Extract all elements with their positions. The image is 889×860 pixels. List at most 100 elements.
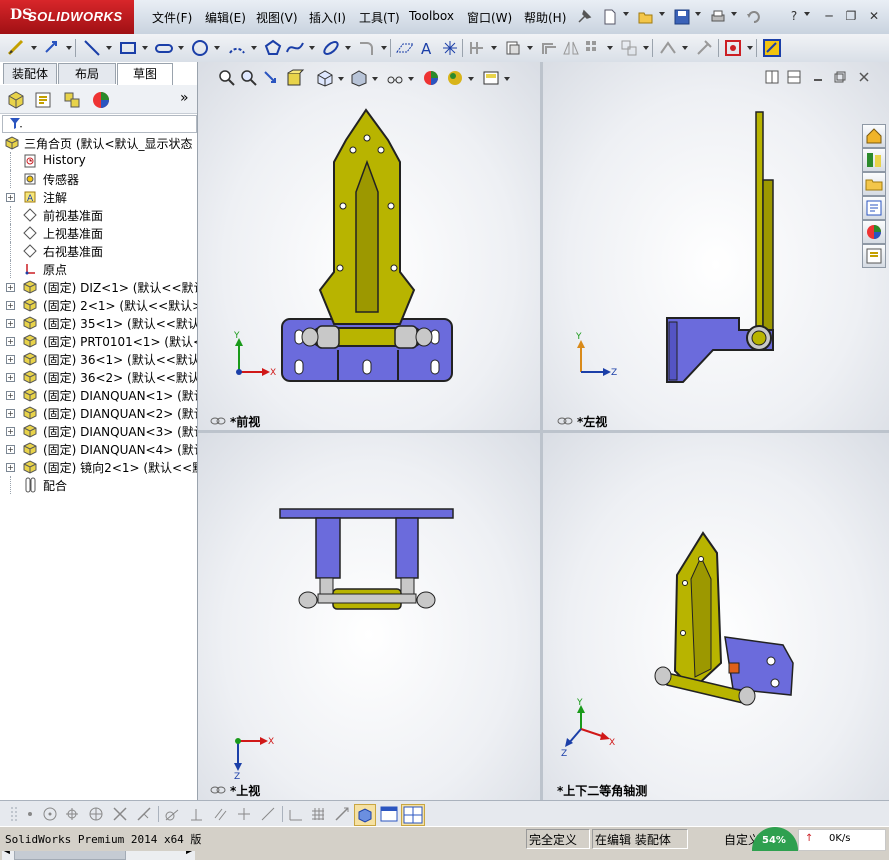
smart-dimension-icon[interactable] <box>42 38 62 58</box>
menu-window[interactable]: 窗口(W) <box>467 9 512 26</box>
text-icon[interactable]: A <box>417 38 437 58</box>
perpendicular-snap-icon[interactable] <box>188 806 204 822</box>
menu-file[interactable]: 文件(F) <box>152 9 192 26</box>
solidworks-logo[interactable]: DS SOLIDWORKS <box>0 0 134 34</box>
print-dropdown-arrow[interactable] <box>731 12 737 16</box>
angle-snap-icon[interactable] <box>288 806 304 822</box>
point-snap-icon[interactable] <box>22 806 38 822</box>
pin-icon[interactable] <box>575 8 593 26</box>
section-view-icon[interactable] <box>285 68 305 88</box>
expand-toggle-icon[interactable]: + <box>6 463 15 472</box>
expand-toggle-icon[interactable]: + <box>6 391 15 400</box>
arc-dropdown-arrow[interactable] <box>251 46 257 50</box>
plane-icon[interactable] <box>395 38 415 58</box>
orientation-dropdown-arrow[interactable] <box>338 77 344 81</box>
tab-sketch[interactable]: 草图 <box>117 63 173 85</box>
tree-root-assembly[interactable]: 三角合页 (默认<默认_显示状态 <box>0 134 197 152</box>
expand-toggle-icon[interactable]: + <box>6 445 15 454</box>
expand-toggle-icon[interactable]: + <box>6 373 15 382</box>
menu-toolbox[interactable]: Toolbox <box>409 9 454 23</box>
single-view-icon[interactable] <box>380 806 398 822</box>
viewport-left[interactable]: Y Z *左视 <box>543 62 889 430</box>
move-dropdown-arrow[interactable] <box>643 46 649 50</box>
fillet-icon[interactable] <box>357 38 377 58</box>
spline-dropdown-arrow[interactable] <box>309 46 315 50</box>
intersection-snap-icon[interactable] <box>112 806 128 822</box>
circle-dropdown-arrow[interactable] <box>214 46 220 50</box>
ellipse-icon[interactable] <box>321 38 341 58</box>
expand-toggle-icon[interactable]: + <box>6 301 15 310</box>
tree-item[interactable]: + (固定) DIANQUAN<2> (默认<< <box>0 404 197 422</box>
parallel-snap-icon[interactable] <box>212 806 228 822</box>
tree-item[interactable]: + (固定) 35<1> (默认<<默认>_ <box>0 314 197 332</box>
previous-view-icon[interactable] <box>261 68 281 88</box>
tree-item[interactable]: + (固定) DIANQUAN<1> (默认<< <box>0 386 197 404</box>
grid-snap-icon[interactable] <box>310 806 326 822</box>
close-button[interactable]: ✕ <box>866 8 882 24</box>
length-snap-icon[interactable] <box>260 806 276 822</box>
view-orientation-icon[interactable] <box>315 68 335 88</box>
mirror-icon[interactable] <box>561 38 581 58</box>
tree-item[interactable]: + (固定) 36<2> (默认<<默认>_ <box>0 368 197 386</box>
expand-toggle-icon[interactable]: + <box>6 409 15 418</box>
tree-filter-field[interactable] <box>2 115 197 133</box>
slot-icon[interactable] <box>154 38 174 58</box>
midpoint-snap-icon[interactable] <box>64 806 80 822</box>
restore-button[interactable]: ❐ <box>843 8 859 24</box>
tree-item[interactable]: + (固定) PRT0101<1> (默认<<默 <box>0 332 197 350</box>
quadrant-snap-icon[interactable] <box>88 806 104 822</box>
rectangle-dropdown-arrow[interactable] <box>142 46 148 50</box>
expand-toggle-icon[interactable]: + <box>6 193 15 202</box>
split-vertical-icon[interactable] <box>765 70 779 84</box>
new-dropdown-arrow[interactable] <box>623 12 629 16</box>
move-entities-icon[interactable] <box>619 38 639 58</box>
convert-dropdown-arrow[interactable] <box>527 46 533 50</box>
undo-icon[interactable] <box>745 8 763 26</box>
menu-insert[interactable]: 插入(I) <box>309 9 346 26</box>
help-dropdown-arrow[interactable] <box>804 12 810 16</box>
fillet-dropdown-arrow[interactable] <box>381 46 387 50</box>
viewport-front[interactable]: Y X *前视 <box>198 62 540 430</box>
zoom-to-fit-icon[interactable] <box>217 68 237 88</box>
tree-item[interactable]: 传感器 <box>0 170 197 188</box>
menu-view[interactable]: 视图(V) <box>256 9 298 26</box>
apply-scene-icon[interactable] <box>445 68 465 88</box>
tree-item[interactable]: History <box>0 152 197 170</box>
hide-show-items-icon[interactable] <box>385 68 405 88</box>
minimize-button[interactable]: ─ <box>821 8 837 24</box>
expand-panel-button[interactable]: » <box>180 90 189 106</box>
display-style-icon[interactable] <box>349 68 369 88</box>
tree-item[interactable]: 上视基准面 <box>0 224 197 242</box>
pattern-dropdown-arrow[interactable] <box>607 46 613 50</box>
view-settings-dropdown-arrow[interactable] <box>504 77 510 81</box>
property-manager-icon[interactable] <box>33 90 53 110</box>
configuration-manager-icon[interactable] <box>62 90 82 110</box>
tree-item[interactable]: + (固定) DIANQUAN<3> (默认<< <box>0 422 197 440</box>
menu-tools[interactable]: 工具(T) <box>359 9 400 26</box>
line-dropdown-arrow[interactable] <box>106 46 112 50</box>
feature-tree-icon[interactable] <box>6 90 26 110</box>
arc-icon[interactable] <box>227 38 247 58</box>
view-link-icon[interactable] <box>557 416 573 426</box>
viewport-restore-icon[interactable] <box>833 70 847 84</box>
open-dropdown-arrow[interactable] <box>659 12 665 16</box>
trim-dropdown-arrow[interactable] <box>491 46 497 50</box>
tree-item[interactable]: 右视基准面 <box>0 242 197 260</box>
instant2d-icon[interactable] <box>762 38 782 58</box>
task-pane-view-palette[interactable] <box>862 196 886 220</box>
expand-toggle-icon[interactable]: + <box>6 337 15 346</box>
tree-item[interactable]: 前视基准面 <box>0 206 197 224</box>
tree-item[interactable]: 原点 <box>0 260 197 278</box>
task-pane-design-library[interactable] <box>862 148 886 172</box>
menu-edit[interactable]: 编辑(E) <box>205 9 246 26</box>
zoom-to-area-icon[interactable] <box>239 68 259 88</box>
tree-item[interactable]: + (固定) 镜向2<1> (默认<<默认 <box>0 458 197 476</box>
tangent-snap-icon[interactable] <box>164 806 180 822</box>
view-link-icon[interactable] <box>210 416 226 426</box>
relations-dropdown-arrow[interactable] <box>682 46 688 50</box>
view-settings-icon[interactable] <box>481 68 501 88</box>
polygon-icon[interactable] <box>263 38 283 58</box>
help-button[interactable]: ? <box>786 8 802 24</box>
slot-dropdown-arrow[interactable] <box>178 46 184 50</box>
four-view-button[interactable] <box>401 804 425 826</box>
